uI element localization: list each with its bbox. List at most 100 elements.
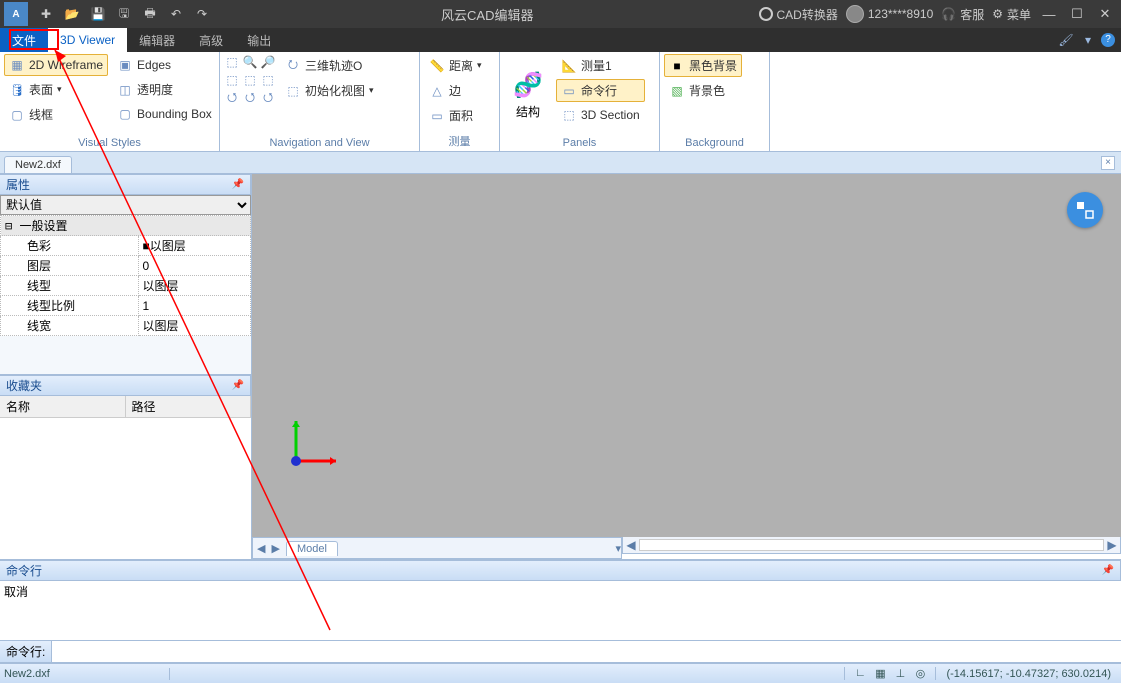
ribbon-group-label: 测量 [424, 131, 495, 151]
open-icon[interactable]: 📂 [62, 4, 82, 24]
file-tab-close[interactable]: × [1101, 156, 1115, 170]
menu-advanced[interactable]: 高级 [187, 28, 235, 52]
transparency-button[interactable]: ◫透明度 [112, 78, 217, 101]
pin-icon[interactable]: 📌 [232, 380, 244, 391]
distance-button[interactable]: 📏距离▾ [424, 54, 487, 77]
tab-nav-left[interactable]: ◀ [257, 542, 265, 555]
command-panel: 命令行 📌 取消 命令行: [0, 559, 1121, 663]
chevron-down-icon[interactable]: ▾ [1079, 33, 1097, 47]
initview-button[interactable]: ⬚初始化视图▾ [280, 79, 379, 102]
orbit-icon: ⭮ [285, 58, 301, 74]
properties-select[interactable]: 默认值 [0, 195, 251, 215]
minimize-button[interactable]: — [1039, 7, 1059, 22]
avatar-icon [846, 5, 864, 23]
brush-icon[interactable]: 🖌 [1057, 33, 1075, 47]
area-icon: ▭ [429, 108, 445, 124]
nav-icon[interactable]: ⬚ [224, 72, 240, 88]
osnap-icon[interactable]: ◎ [911, 667, 929, 680]
square-icon: ■ [669, 58, 685, 74]
section-button[interactable]: ⬚3D Section [556, 104, 645, 126]
edges-button[interactable]: ▣Edges [112, 54, 217, 76]
wireframe-button[interactable]: ▦2D Wireframe [4, 54, 108, 76]
menu-3d-viewer[interactable]: 3D Viewer [48, 28, 127, 52]
pin-icon[interactable]: 📌 [232, 179, 244, 190]
user-account[interactable]: 123****8910 [846, 5, 933, 23]
ribbon-group-measure: 📏距离▾ △边 ▭面积 测量 [420, 52, 500, 151]
command-prompt-label: 命令行: [0, 641, 52, 662]
tab-nav-right[interactable]: ▶ [271, 542, 279, 555]
nav-icon[interactable]: ⭯ [242, 90, 258, 106]
wirebox-button[interactable]: ▢线框 [4, 103, 108, 126]
menu-editor[interactable]: 编辑器 [127, 28, 187, 52]
file-tab[interactable]: New2.dxf [4, 156, 72, 173]
help-icon[interactable]: ? [1101, 33, 1115, 47]
nav-icon[interactable]: ⬚ [242, 72, 258, 88]
cube-icon: ▢ [117, 106, 133, 122]
converter-link[interactable]: CAD转换器 [759, 6, 838, 23]
favorites-panel-header[interactable]: 收藏夹 📌 [0, 375, 251, 396]
new-icon[interactable]: ✚ [36, 4, 56, 24]
bbox-button[interactable]: ▢Bounding Box [112, 103, 217, 125]
saveas-icon[interactable]: 🖫 [114, 4, 134, 24]
area-button[interactable]: ▭面积 [424, 104, 487, 127]
prop-value[interactable]: 以图层 [138, 276, 251, 296]
prop-key: 图层 [1, 256, 139, 276]
scroll-left[interactable]: ◀ [623, 538, 639, 552]
command-input[interactable] [52, 643, 1121, 661]
menu-file[interactable]: 文件 [0, 28, 48, 52]
main-area: 属性 📌 默认值 ⊟ 一般设置 色彩■以图层 图层0 线型以图层 线型比例1 线… [0, 174, 1121, 559]
viewport-canvas[interactable] [252, 174, 1121, 537]
nav-icon[interactable]: 🔎 [260, 54, 276, 70]
ruler-icon: 📏 [429, 58, 445, 74]
measure1-button[interactable]: 📐测量1 [556, 54, 645, 77]
chevron-down-icon[interactable]: ▾ [615, 542, 621, 555]
ribbon-group-label: Navigation and View [224, 135, 415, 151]
nav-icon[interactable]: ⬚ [224, 54, 240, 70]
structure-button[interactable]: 🧬 结构 [504, 54, 552, 135]
grid-icon[interactable]: ▦ [871, 667, 889, 680]
command-panel-header[interactable]: 命令行 📌 [0, 560, 1121, 581]
surface-button[interactable]: 🛢表面▾ [4, 78, 108, 101]
model-tab[interactable]: Model [286, 541, 338, 556]
cube-icon: ◫ [117, 82, 133, 98]
properties-table: ⊟ 一般设置 色彩■以图层 图层0 线型以图层 线型比例1 线宽以图层 [0, 215, 251, 336]
command-button[interactable]: ▭命令行 [556, 79, 645, 102]
title-bar: A ✚ 📂 💾 🖫 🖶 ↶ ↷ 风云CAD编辑器 CAD转换器 123****8… [0, 0, 1121, 28]
support-link[interactable]: 🎧客服 [941, 6, 984, 23]
nav-icon[interactable]: ⭯ [224, 90, 240, 106]
bgcolor-button[interactable]: ▧背景色 [664, 79, 742, 102]
redo-icon[interactable]: ↷ [192, 4, 212, 24]
nav-icon[interactable]: ⬚ [260, 72, 276, 88]
prop-value[interactable]: ■以图层 [138, 236, 251, 256]
prop-value[interactable]: 0 [138, 256, 251, 276]
terminal-icon: ▭ [561, 83, 577, 99]
horizontal-scrollbar[interactable]: ◀ ▶ [622, 537, 1121, 554]
properties-panel-header[interactable]: 属性 📌 [0, 174, 251, 195]
menu-link[interactable]: ⚙菜单 [992, 6, 1031, 23]
prop-value[interactable]: 1 [138, 296, 251, 316]
cube-icon: ▢ [9, 107, 25, 123]
edge-button[interactable]: △边 [424, 79, 487, 102]
save-icon[interactable]: 💾 [88, 4, 108, 24]
pin-icon[interactable]: 📌 [1102, 565, 1114, 576]
menu-output[interactable]: 输出 [235, 28, 283, 52]
favorites-col-name[interactable]: 名称 [0, 396, 126, 417]
close-button[interactable]: ✕ [1095, 6, 1115, 22]
undo-icon[interactable]: ↶ [166, 4, 186, 24]
ribbon-group-label: Panels [504, 135, 655, 151]
prop-value[interactable]: 以图层 [138, 316, 251, 336]
snap-icon[interactable]: ∟ [851, 667, 869, 680]
nav-icon[interactable]: 🔍 [242, 54, 258, 70]
ribbon-group-label: Background [664, 135, 765, 151]
ribbon-group-label: Visual Styles [4, 135, 215, 151]
property-group[interactable]: ⊟ 一般设置 [1, 216, 251, 236]
translate-button[interactable] [1067, 192, 1103, 228]
orbit-button[interactable]: ⭮三维轨迹O [280, 54, 379, 77]
print-icon[interactable]: 🖶 [140, 4, 160, 24]
blackbg-button[interactable]: ■黑色背景 [664, 54, 742, 77]
ortho-icon[interactable]: ⊥ [891, 667, 909, 680]
nav-icon[interactable]: ⭯ [260, 90, 276, 106]
scroll-right[interactable]: ▶ [1104, 538, 1120, 552]
favorites-col-path[interactable]: 路径 [126, 396, 252, 417]
maximize-button[interactable]: ☐ [1067, 6, 1087, 22]
